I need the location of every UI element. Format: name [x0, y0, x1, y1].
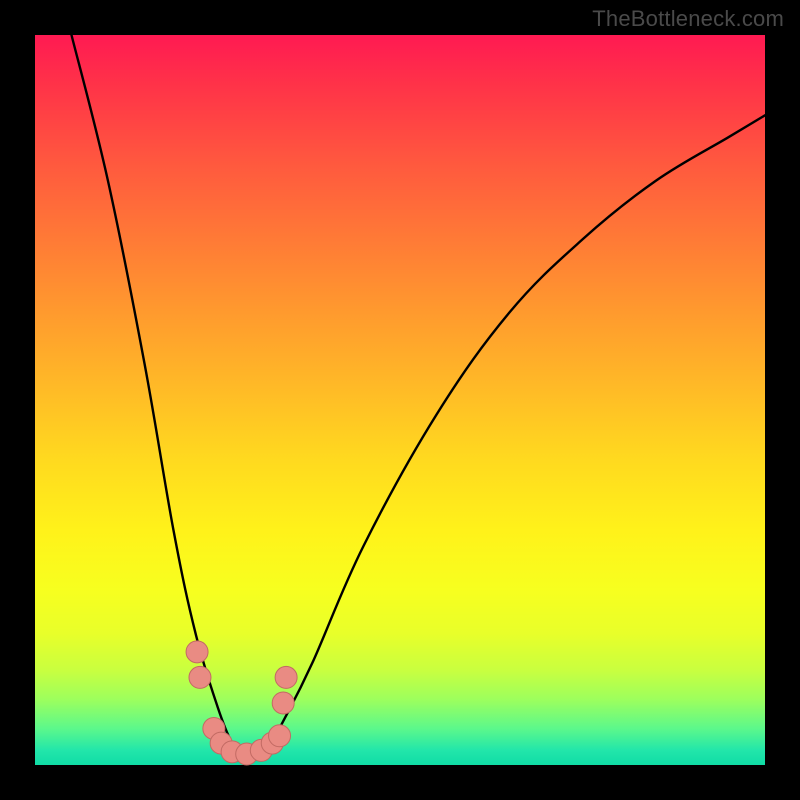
data-markers: [186, 641, 297, 765]
data-marker: [275, 666, 297, 688]
chart-frame: TheBottleneck.com: [0, 0, 800, 800]
data-marker: [269, 725, 291, 747]
data-marker: [189, 666, 211, 688]
data-marker: [272, 692, 294, 714]
watermark-text: TheBottleneck.com: [592, 6, 784, 32]
bottleneck-curve: [72, 35, 766, 755]
data-marker: [186, 641, 208, 663]
plot-area: [35, 35, 765, 765]
chart-svg: [35, 35, 765, 765]
